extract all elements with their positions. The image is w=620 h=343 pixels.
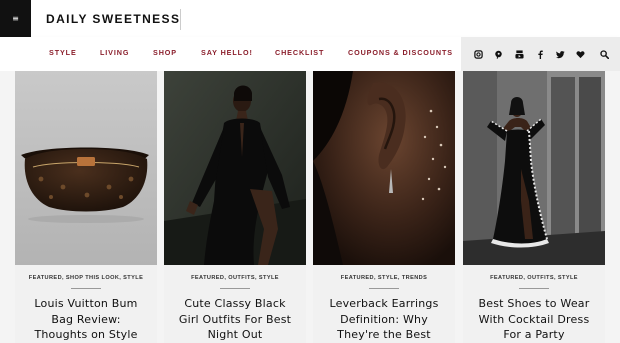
post-title[interactable]: Cute Classy Black Girl Outfits For Best … — [174, 296, 296, 343]
title-divider — [180, 9, 181, 30]
nav-item-coupons[interactable]: COUPONS & DISCOUNTS — [348, 48, 453, 57]
post-meta: FEATURED, OUTFITS, STYLE Cute Classy Bla… — [164, 265, 306, 343]
pinterest-icon[interactable] — [493, 49, 503, 59]
post-tags[interactable]: FEATURED, SHOP THIS LOOK, STYLE — [15, 275, 157, 281]
main-nav: STYLE LIVING SHOP SAY HELLO! CHECKLIST C… — [0, 37, 620, 71]
post-card[interactable]: FEATURED, SHOP THIS LOOK, STYLE Louis Vu… — [15, 71, 157, 343]
hamburger-icon: ≡ — [12, 13, 19, 23]
top-bar: ≡ DAILY SWEETNESS — [0, 0, 620, 37]
heart-icon[interactable] — [575, 49, 585, 59]
post-image-earring[interactable] — [313, 71, 455, 265]
nav-item-style[interactable]: STYLE — [49, 48, 77, 57]
post-tags[interactable]: FEATURED, STYLE, TRENDS — [313, 275, 455, 281]
tags-divider — [369, 288, 399, 289]
social-bar — [461, 37, 620, 71]
post-meta: FEATURED, STYLE, TRENDS Leverback Earrin… — [313, 265, 455, 343]
youtube-icon[interactable] — [514, 49, 524, 59]
post-card[interactable]: FEATURED, OUTFITS, STYLE Cute Classy Bla… — [164, 71, 306, 343]
tags-divider — [519, 288, 549, 289]
site-title[interactable]: DAILY SWEETNESS — [46, 12, 180, 26]
post-card[interactable]: FEATURED, OUTFITS, STYLE Best Shoes to W… — [463, 71, 605, 343]
post-meta: FEATURED, OUTFITS, STYLE Best Shoes to W… — [463, 265, 605, 343]
nav-item-checklist[interactable]: CHECKLIST — [275, 48, 324, 57]
post-title[interactable]: Leverback Earrings Definition: Why They'… — [323, 296, 445, 343]
post-image-black-outfit[interactable] — [164, 71, 306, 265]
twitter-icon[interactable] — [555, 49, 565, 59]
tags-divider — [71, 288, 101, 289]
facebook-icon[interactable] — [535, 49, 545, 59]
instagram-icon[interactable] — [473, 49, 483, 59]
post-meta: FEATURED, SHOP THIS LOOK, STYLE Louis Vu… — [15, 265, 157, 343]
post-image-bum-bag[interactable] — [15, 71, 157, 265]
search-icon[interactable] — [599, 49, 609, 59]
post-title[interactable]: Louis Vuitton Bum Bag Review: Thoughts o… — [25, 296, 147, 343]
post-title[interactable]: Best Shoes to Wear With Cocktail Dress F… — [473, 296, 595, 343]
post-tags[interactable]: FEATURED, OUTFITS, STYLE — [164, 275, 306, 281]
menu-button[interactable]: ≡ — [0, 0, 31, 37]
nav-item-shop[interactable]: SHOP — [153, 48, 177, 57]
tags-divider — [220, 288, 250, 289]
post-image-cocktail-dress[interactable] — [463, 71, 605, 265]
nav-item-say-hello[interactable]: SAY HELLO! — [201, 48, 253, 57]
nav-item-living[interactable]: LIVING — [100, 48, 129, 57]
post-tags[interactable]: FEATURED, OUTFITS, STYLE — [463, 275, 605, 281]
post-card[interactable]: FEATURED, STYLE, TRENDS Leverback Earrin… — [313, 71, 455, 343]
